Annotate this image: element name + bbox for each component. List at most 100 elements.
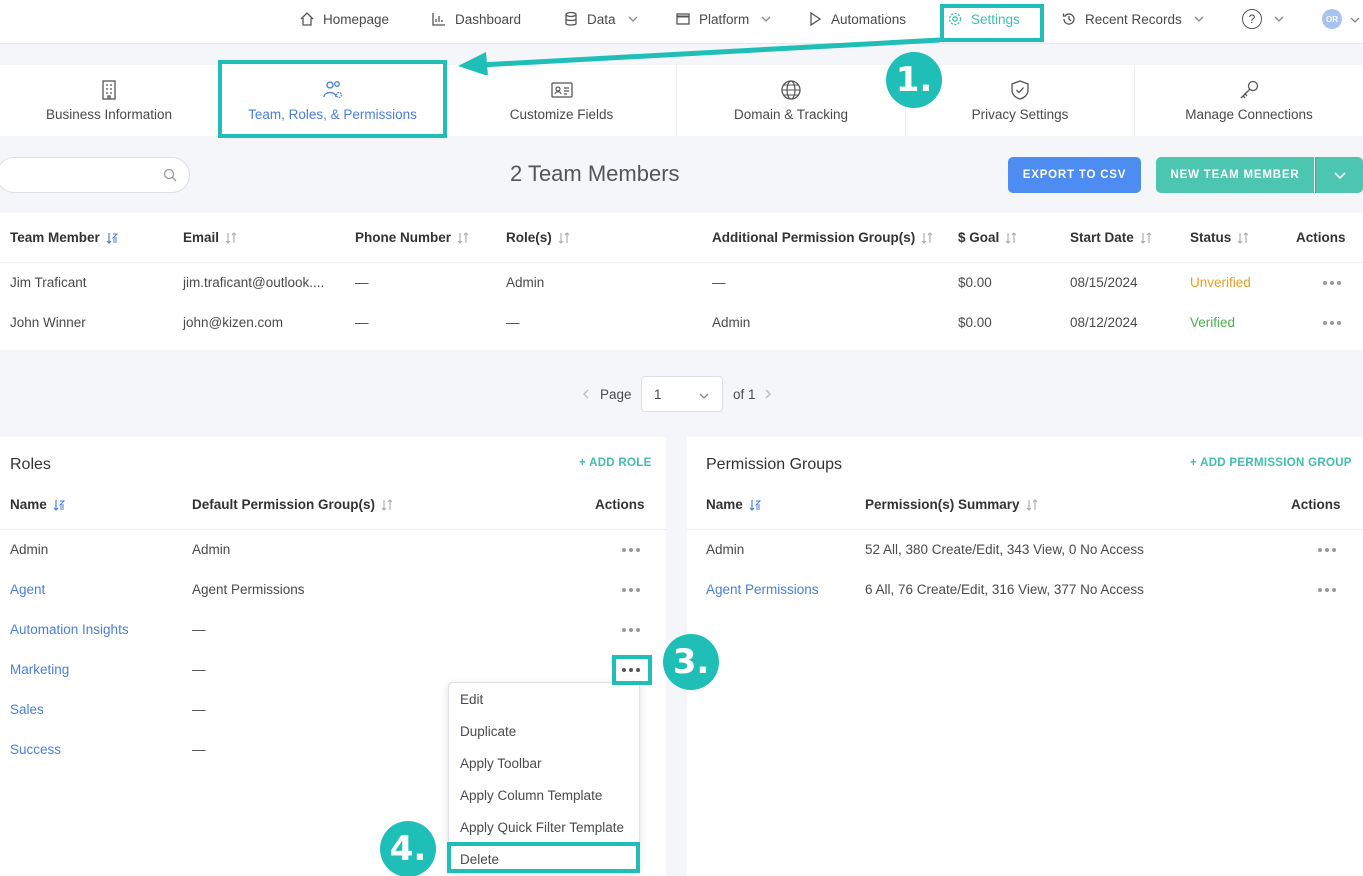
role-name-link[interactable]: Agent — [10, 582, 45, 597]
window-icon — [676, 13, 690, 25]
row-actions-menu[interactable] — [622, 588, 640, 592]
cell-role: Admin — [506, 275, 545, 290]
menu-item-edit[interactable]: Edit — [460, 692, 483, 707]
highlight-settings — [940, 4, 1044, 42]
add-permission-group-button[interactable]: + ADD PERMISSION GROUP — [1190, 457, 1352, 469]
header-divider — [0, 529, 666, 530]
column-label: $ Goal — [958, 230, 1000, 245]
add-role-button[interactable]: + ADD ROLE — [579, 457, 652, 469]
sort-icon — [1140, 231, 1152, 244]
tab-manage-connections[interactable]: Manage Connections — [1135, 65, 1363, 136]
page-select[interactable]: 1 — [641, 376, 723, 412]
chevron-right-icon[interactable] — [763, 389, 773, 399]
building-icon — [102, 80, 116, 100]
highlight-delete — [447, 842, 640, 873]
id-card-icon — [550, 82, 573, 98]
column-label: Default Permission Group(s) — [192, 497, 376, 512]
cell-goal: $0.00 — [958, 315, 992, 330]
cell-name[interactable]: John Winner — [10, 315, 86, 330]
column-header-start-date[interactable]: Start Date — [1070, 230, 1152, 245]
database-icon — [565, 11, 577, 26]
page-total: of 1 — [733, 386, 756, 402]
column-header-group-name[interactable]: Name — [706, 497, 761, 512]
annotation-arrow — [458, 37, 941, 75]
column-label: Additional Permission Group(s) — [712, 230, 916, 245]
globe-icon — [781, 80, 801, 100]
row-actions-menu[interactable] — [1323, 281, 1341, 285]
role-name-link[interactable]: Success — [10, 742, 61, 757]
nav-label: Data — [587, 11, 616, 27]
permission-groups-title: Permission Groups — [706, 456, 843, 473]
chart-icon — [432, 13, 445, 26]
role-group: Admin — [192, 542, 231, 557]
export-csv-button[interactable]: EXPORT TO CSV — [1008, 157, 1141, 193]
role-name-link[interactable]: Sales — [10, 702, 44, 717]
avatar[interactable]: OR — [1322, 9, 1342, 29]
tab-domain-tracking[interactable]: Domain & Tracking — [677, 65, 906, 136]
menu-item-apply-column-template[interactable]: Apply Column Template — [460, 788, 602, 803]
tab-label: Domain & Tracking — [733, 107, 849, 122]
tab-label: Manage Connections — [1185, 107, 1313, 122]
column-header-roles[interactable]: Role(s) — [506, 230, 570, 245]
tab-label: Business Information — [45, 107, 173, 122]
cell-role: — — [506, 315, 520, 330]
column-label: Phone Number — [355, 230, 452, 245]
new-team-member-button[interactable]: NEW TEAM MEMBER — [1156, 157, 1314, 193]
column-header-role-name[interactable]: Name — [10, 497, 65, 512]
tab-label: Customize Fields — [509, 107, 614, 122]
row-actions-menu[interactable] — [1318, 588, 1336, 592]
help-icon: ? — [1242, 9, 1262, 29]
chevron-down-icon — [1333, 172, 1346, 180]
column-header-email[interactable]: Email — [183, 230, 237, 245]
cell-phone: — — [355, 315, 369, 330]
role-group: — — [192, 742, 206, 757]
column-header-phone[interactable]: Phone Number — [355, 230, 469, 245]
menu-item-apply-toolbar[interactable]: Apply Toolbar — [460, 756, 542, 771]
column-header-actions: Actions — [1296, 230, 1346, 245]
cell-name[interactable]: Jim Traficant — [10, 275, 87, 290]
column-header-goal[interactable]: $ Goal — [958, 230, 1017, 245]
chevron-left-icon[interactable] — [581, 389, 591, 399]
column-header-status[interactable]: Status — [1190, 230, 1249, 245]
column-label: Permission(s) Summary — [865, 497, 1020, 512]
row-actions-menu[interactable] — [1318, 548, 1336, 552]
sort-icon — [1005, 231, 1017, 244]
column-header-summary[interactable]: Permission(s) Summary — [865, 497, 1038, 512]
tab-business-information[interactable]: Business Information — [0, 65, 219, 136]
group-name-link[interactable]: Agent Permissions — [706, 582, 819, 597]
role-name-link[interactable]: Marketing — [10, 662, 69, 677]
column-header-default-group[interactable]: Default Permission Group(s) — [192, 497, 393, 512]
row-actions-menu[interactable] — [622, 628, 640, 632]
step-badge-1: 1. — [886, 52, 942, 108]
menu-item-duplicate[interactable]: Duplicate — [460, 724, 516, 739]
header-divider — [687, 529, 1363, 530]
help-menu[interactable]: ? — [1242, 0, 1284, 38]
cell-additional: Admin — [712, 315, 751, 330]
row-actions-menu[interactable] — [1323, 321, 1341, 325]
menu-item-apply-quick-filter-template[interactable]: Apply Quick Filter Template — [460, 820, 624, 835]
search-input[interactable] — [13, 158, 163, 192]
nav-recent-records[interactable]: Recent Records — [1061, 0, 1204, 38]
column-label: Status — [1190, 230, 1232, 245]
settings-tabs: Business Information Team, Roles, & Perm… — [0, 65, 1363, 136]
tab-customize-fields[interactable]: Customize Fields — [447, 65, 677, 136]
chevron-down-icon[interactable] — [1350, 15, 1360, 25]
column-header-team-member[interactable]: Team Member — [10, 230, 118, 245]
cell-email: john@kizen.com — [183, 315, 283, 330]
home-icon — [300, 12, 314, 26]
role-name-link[interactable]: Automation Insights — [10, 622, 129, 637]
sort-icon — [1237, 231, 1249, 244]
new-team-member-dropdown[interactable] — [1315, 157, 1363, 193]
column-label: Start Date — [1070, 230, 1134, 245]
row-actions-menu[interactable] — [622, 548, 640, 552]
column-header-additional-permissions[interactable]: Additional Permission Group(s) — [712, 230, 933, 245]
chevron-down-icon — [1194, 16, 1204, 22]
search-icon[interactable] — [163, 168, 177, 182]
shield-icon — [1011, 80, 1029, 100]
nav-label: Platform — [699, 11, 750, 27]
roles-title: Roles — [10, 456, 51, 473]
column-label: Email — [183, 230, 220, 245]
nav-homepage[interactable]: Homepage — [299, 0, 389, 38]
step-badge-3: 3. — [663, 634, 719, 690]
column-label: Name — [706, 497, 743, 512]
